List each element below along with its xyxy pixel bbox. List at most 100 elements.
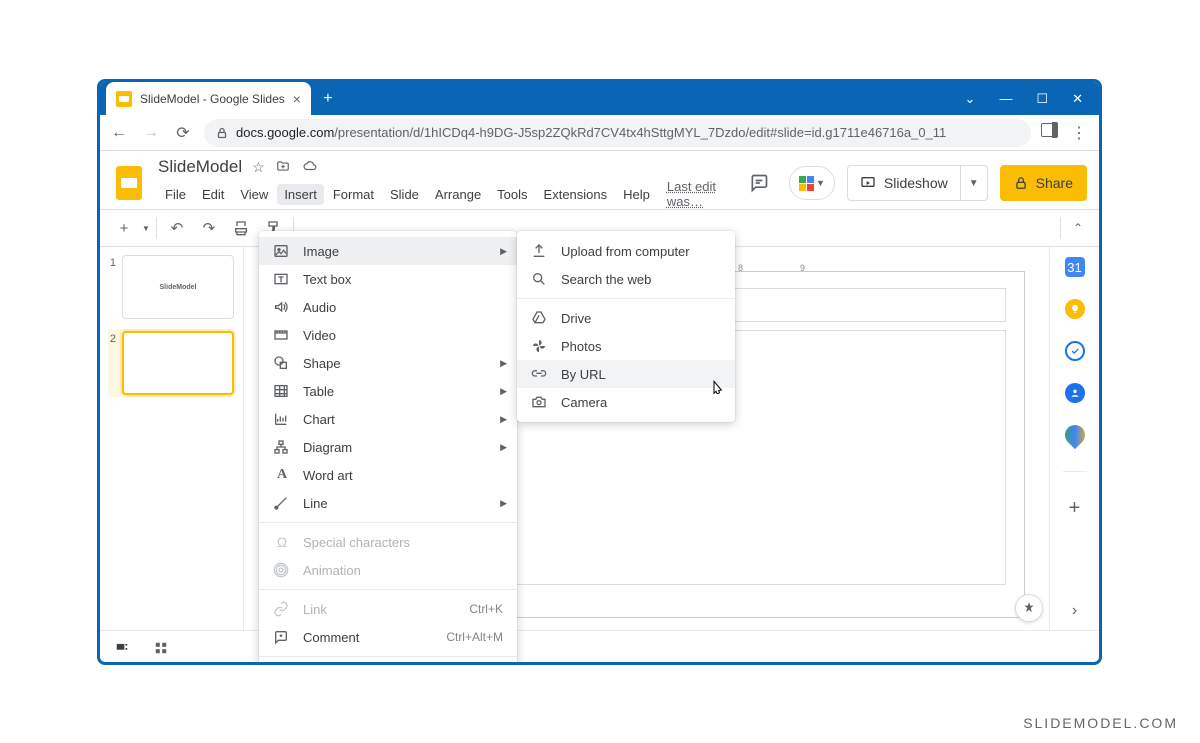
meet-button[interactable]: ▼ bbox=[789, 166, 835, 200]
menu-tools[interactable]: Tools bbox=[490, 184, 534, 205]
slides-logo-icon[interactable] bbox=[112, 161, 146, 205]
filmstrip-view-button[interactable] bbox=[114, 641, 134, 655]
image-icon bbox=[273, 243, 291, 259]
submenu-arrow-icon: ▶ bbox=[500, 246, 507, 257]
menuitem-label: Shape bbox=[303, 356, 341, 371]
cloud-status-icon[interactable] bbox=[301, 159, 319, 176]
omega-icon: Ω bbox=[273, 534, 291, 550]
close-window-button[interactable]: ✕ bbox=[1072, 91, 1083, 107]
maps-addon-icon[interactable] bbox=[1060, 421, 1088, 449]
insert-link-menuitem: Link Ctrl+K bbox=[259, 595, 517, 623]
watermark: SLIDEMODEL.COM bbox=[1023, 715, 1178, 731]
insert-wordart-menuitem[interactable]: A Word art bbox=[259, 461, 517, 489]
menu-insert[interactable]: Insert bbox=[277, 184, 324, 205]
menu-file[interactable]: File bbox=[158, 184, 193, 205]
new-tab-button[interactable]: + bbox=[315, 86, 341, 112]
star-icon[interactable]: ☆ bbox=[252, 159, 265, 176]
maximize-button[interactable]: ☐ bbox=[1036, 91, 1048, 107]
image-drive-menuitem[interactable]: Drive bbox=[517, 304, 735, 332]
browser-tab-title: SlideModel - Google Slides bbox=[140, 92, 285, 106]
slideshow-dropdown-button[interactable]: ▼ bbox=[960, 166, 987, 200]
present-icon bbox=[860, 175, 876, 191]
nav-forward-button[interactable]: → bbox=[140, 124, 162, 142]
image-camera-menuitem[interactable]: Camera bbox=[517, 388, 735, 416]
explore-button[interactable] bbox=[1015, 594, 1043, 622]
menu-view[interactable]: View bbox=[233, 184, 275, 205]
upload-icon bbox=[531, 243, 549, 259]
redo-button[interactable]: ↷ bbox=[195, 214, 223, 242]
share-button[interactable]: Share bbox=[1000, 165, 1087, 201]
chevron-down-icon[interactable]: ⌄ bbox=[965, 91, 976, 107]
menu-help[interactable]: Help bbox=[616, 184, 657, 205]
insert-audio-menuitem[interactable]: Audio bbox=[259, 293, 517, 321]
get-addons-button[interactable]: + bbox=[1065, 498, 1085, 518]
insert-newslide-menuitem[interactable]: + New slide Ctrl+M bbox=[259, 662, 517, 665]
image-upload-menuitem[interactable]: Upload from computer bbox=[517, 237, 735, 265]
menuitem-label: Diagram bbox=[303, 440, 352, 455]
submenu-arrow-icon: ▶ bbox=[500, 358, 507, 369]
browser-menu-button[interactable]: ⋮ bbox=[1067, 123, 1091, 143]
menuitem-label: Video bbox=[303, 328, 336, 343]
undo-button[interactable]: ↶ bbox=[163, 214, 191, 242]
audio-icon bbox=[273, 299, 291, 315]
comments-history-button[interactable] bbox=[741, 165, 777, 201]
insert-dropdown: Image ▶ Text box Audio Video Shape ▶ Tab… bbox=[259, 231, 517, 665]
toolbar-collapse-button[interactable]: ⌃ bbox=[1067, 221, 1089, 235]
insert-line-menuitem[interactable]: Line ▶ bbox=[259, 489, 517, 517]
menuitem-label: Line bbox=[303, 496, 328, 511]
menuitem-label: Chart bbox=[303, 412, 335, 427]
menuitem-label: Animation bbox=[303, 563, 361, 578]
side-panel-collapse-button[interactable]: › bbox=[1072, 602, 1077, 620]
new-slide-dropdown[interactable]: ▼ bbox=[142, 224, 150, 233]
menu-edit[interactable]: Edit bbox=[195, 184, 231, 205]
insert-table-menuitem[interactable]: Table ▶ bbox=[259, 377, 517, 405]
insert-diagram-menuitem[interactable]: Diagram ▶ bbox=[259, 433, 517, 461]
print-button[interactable] bbox=[227, 214, 255, 242]
slide-thumbnail-2[interactable] bbox=[122, 331, 234, 395]
menuitem-label: Drive bbox=[561, 311, 591, 326]
new-slide-button[interactable]: + bbox=[110, 214, 138, 242]
camera-icon bbox=[531, 394, 549, 410]
insert-video-menuitem[interactable]: Video bbox=[259, 321, 517, 349]
diagram-icon bbox=[273, 439, 291, 455]
menu-slide[interactable]: Slide bbox=[383, 184, 426, 205]
contacts-addon-icon[interactable] bbox=[1065, 383, 1085, 403]
insert-comment-menuitem[interactable]: Comment Ctrl+Alt+M bbox=[259, 623, 517, 651]
nav-reload-button[interactable]: ⟳ bbox=[172, 123, 194, 143]
insert-image-menuitem[interactable]: Image ▶ bbox=[259, 237, 517, 265]
last-edit-status[interactable]: Last edit was… bbox=[667, 179, 729, 209]
nav-back-button[interactable]: ← bbox=[108, 124, 130, 142]
insert-shape-menuitem[interactable]: Shape ▶ bbox=[259, 349, 517, 377]
shape-icon bbox=[273, 355, 291, 371]
close-tab-icon[interactable]: × bbox=[293, 91, 301, 107]
move-folder-icon[interactable] bbox=[275, 159, 291, 176]
submenu-arrow-icon: ▶ bbox=[500, 498, 507, 509]
insert-textbox-menuitem[interactable]: Text box bbox=[259, 265, 517, 293]
browser-titlebar: SlideModel - Google Slides × + ⌄ — ☐ ✕ bbox=[100, 82, 1099, 115]
menu-extensions[interactable]: Extensions bbox=[537, 184, 615, 205]
menuitem-label: By URL bbox=[561, 367, 606, 382]
calendar-addon-icon[interactable]: 31 bbox=[1065, 257, 1085, 277]
menu-arrange[interactable]: Arrange bbox=[428, 184, 488, 205]
doc-title[interactable]: SlideModel bbox=[158, 157, 242, 177]
wordart-icon: A bbox=[273, 467, 291, 483]
slideshow-button[interactable]: Slideshow ▼ bbox=[847, 165, 988, 201]
image-photos-menuitem[interactable]: Photos bbox=[517, 332, 735, 360]
menu-format[interactable]: Format bbox=[326, 184, 381, 205]
browser-tab[interactable]: SlideModel - Google Slides × bbox=[106, 82, 311, 115]
minimize-button[interactable]: — bbox=[999, 91, 1012, 106]
grid-view-button[interactable] bbox=[154, 641, 174, 655]
slide-thumbnail-1[interactable]: SlideModel bbox=[122, 255, 234, 319]
image-byurl-menuitem[interactable]: By URL bbox=[517, 360, 735, 388]
tasks-addon-icon[interactable] bbox=[1065, 341, 1085, 361]
url-bar[interactable]: docs.google.com/presentation/d/1hICDq4-h… bbox=[204, 119, 1031, 147]
side-panel-toggle-icon[interactable] bbox=[1041, 123, 1057, 142]
insert-chart-menuitem[interactable]: Chart ▶ bbox=[259, 405, 517, 433]
search-icon bbox=[531, 271, 549, 287]
slide-thumbnail-panel[interactable]: 1 SlideModel 2 bbox=[100, 247, 244, 630]
keep-addon-icon[interactable] bbox=[1065, 299, 1085, 319]
submenu-arrow-icon: ▶ bbox=[500, 442, 507, 453]
image-searchweb-menuitem[interactable]: Search the web bbox=[517, 265, 735, 293]
textbox-icon bbox=[273, 271, 291, 287]
slides-favicon-icon bbox=[116, 91, 132, 107]
